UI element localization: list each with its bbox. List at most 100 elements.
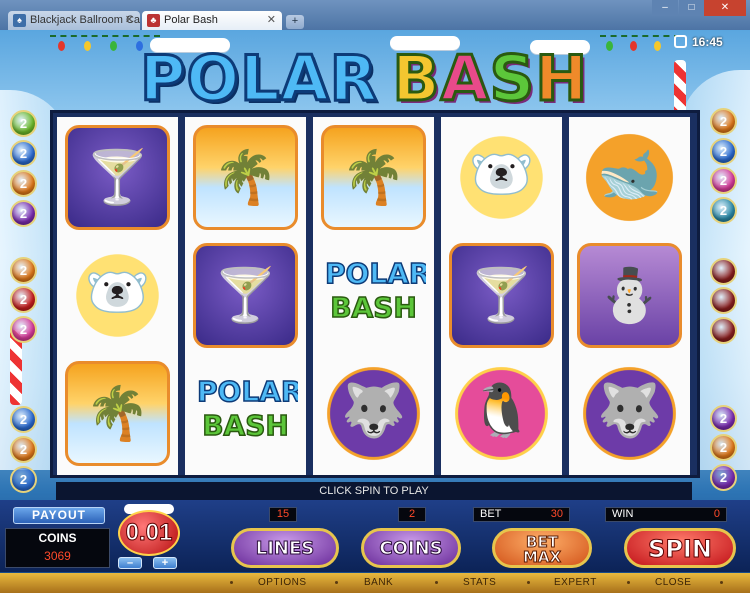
menu-expert[interactable]: EXPERT — [554, 577, 597, 588]
payline-marker-right-10[interactable]: 2 — [710, 464, 737, 491]
game-canvas: 16:45 POLAR BASH 2222222222 2222222 🍸 🐻‍❄️… — [0, 30, 750, 593]
polar-bear-icon: 🐻‍❄️ — [85, 264, 150, 322]
menu-bank[interactable]: BANK — [364, 577, 393, 588]
payline-marker-right-2[interactable]: 2 — [710, 138, 737, 165]
reel-5: 🐋 ⛄ 🐺 — [569, 117, 690, 475]
payout-button[interactable]: PAYOUT — [13, 507, 105, 524]
logo-word-polar: POLAR — [138, 41, 379, 117]
win-display: WIN 0 — [605, 507, 727, 522]
igloo-icon: 🌴 — [341, 149, 406, 207]
payline-marker-left-8[interactable]: 2 — [10, 406, 37, 433]
igloo-symbol: 🌴 — [193, 125, 298, 230]
maximize-button[interactable]: □ — [679, 0, 704, 16]
polar-bear-icon: 🐻‍❄️ — [469, 146, 534, 204]
husky-icon: 🐺 — [341, 382, 406, 440]
payline-marker-left-2[interactable]: 2 — [10, 140, 37, 167]
window-close-button[interactable]: ✕ — [704, 0, 746, 16]
tab-close-icon[interactable]: ✕ — [267, 11, 276, 30]
payline-marker-right-8[interactable]: 2 — [710, 405, 737, 432]
casino-favicon-icon: ♠ — [13, 14, 26, 27]
payline-marker-left-3[interactable]: 2 — [10, 170, 37, 197]
martini-icon: 🍸 — [213, 267, 278, 325]
status-message: CLICK SPIN TO PLAY — [56, 482, 692, 500]
menu-options[interactable]: OPTIONS — [258, 577, 307, 588]
coins-button[interactable]: COINS — [361, 528, 461, 568]
tab-label: Blackjack Ballroom Casino — [30, 14, 140, 26]
payline-marker-right-9[interactable]: 2 — [710, 434, 737, 461]
tab-polar-bash[interactable]: ♣ Polar Bash ✕ — [142, 11, 282, 30]
penguin-symbol: 🐧 — [449, 361, 554, 466]
payline-marker-left-9[interactable]: 2 — [10, 436, 37, 463]
martini-symbol: 🍸 — [65, 125, 170, 230]
logo-word-bash: BASH — [391, 41, 589, 117]
menu-close[interactable]: CLOSE — [655, 577, 691, 588]
bet-value: 30 — [550, 508, 563, 520]
payline-marker-left-1[interactable]: 2 — [10, 110, 37, 137]
bet-label: BET — [480, 508, 502, 520]
igloo-symbol: 🌴 — [65, 361, 170, 466]
payline-marker-right-3[interactable]: 2 — [710, 167, 737, 194]
reel-3: 🌴 POLAR BASH 🐺 — [313, 117, 434, 475]
payline-marker-left-6[interactable]: 2 — [10, 286, 37, 313]
reel-2: 🌴 🍸 POLAR BASH — [185, 117, 306, 475]
game-clock: 16:45 — [674, 35, 723, 49]
husky-symbol: 🐺 — [321, 361, 426, 466]
igloo-icon: 🌴 — [85, 385, 150, 443]
string-lights — [600, 35, 680, 51]
payline-marker-right-1[interactable]: 2 — [710, 108, 737, 135]
new-tab-button[interactable]: + — [286, 15, 304, 29]
polar-bash-logo-symbol: POLAR BASH — [321, 243, 426, 348]
menu-stats[interactable]: STATS — [463, 577, 496, 588]
clock-icon — [674, 35, 687, 48]
payline-marker-right-7[interactable] — [710, 317, 737, 344]
payline-marker-right-4[interactable]: 2 — [710, 197, 737, 224]
igloo-icon: 🌴 — [213, 149, 278, 207]
husky-symbol: 🐺 — [577, 361, 682, 466]
coins-balance: COINS 3069 — [5, 528, 110, 568]
spin-button[interactable]: SPIN — [624, 528, 736, 568]
denomination-increase-button[interactable]: + — [153, 557, 177, 569]
polar-bear-symbol: 🐻‍❄️ — [449, 125, 554, 230]
payline-marker-right-6[interactable] — [710, 287, 737, 314]
logo-symbol-text: POLAR BASH — [196, 374, 298, 443]
minimize-button[interactable]: – — [652, 0, 678, 16]
payline-marker-right-5[interactable] — [710, 258, 737, 285]
control-panel: PAYOUT COINS 3069 0.01 – + 15 2 BET 30 W… — [0, 500, 750, 572]
bet-max-line2: MAX — [522, 548, 562, 566]
bottom-menu: OPTIONS BANK STATS EXPERT CLOSE — [0, 573, 750, 593]
reel-4: 🐻‍❄️ 🍸 🐧 — [441, 117, 562, 475]
coin-denomination: 0.01 — [118, 510, 180, 556]
coins-balance-value: 3069 — [44, 549, 71, 563]
win-value: 0 — [713, 508, 720, 520]
martini-symbol: 🍸 — [193, 243, 298, 348]
orca-icon: 🐋 — [597, 146, 662, 204]
coins-balance-label: COINS — [38, 531, 77, 545]
win-label: WIN — [612, 508, 634, 520]
orca-symbol: 🐋 — [577, 125, 682, 230]
string-lights — [50, 35, 160, 51]
payline-marker-left-5[interactable]: 2 — [10, 257, 37, 284]
bet-max-button[interactable]: BET MAX — [492, 528, 592, 568]
bet-display: BET 30 — [473, 507, 570, 522]
tab-close-icon[interactable]: ✕ — [125, 11, 134, 30]
reel-frame: 🍸 🐻‍❄️ 🌴 🌴 🍸 POLAR BASH 🌴 POLAR BASH 🐺 🐻‍❄️ 🍸 🐧 🐋 ⛄ 🐺 — [50, 110, 700, 478]
polar-bear-symbol: 🐻‍❄️ — [65, 243, 170, 348]
payline-marker-left-7[interactable]: 2 — [10, 316, 37, 343]
husky-icon: 🐺 — [597, 382, 662, 440]
polar-bash-logo-symbol: POLAR BASH — [193, 361, 298, 466]
denomination-decrease-button[interactable]: – — [118, 557, 142, 569]
snowman-symbol: ⛄ — [577, 243, 682, 348]
snowman-icon: ⛄ — [597, 267, 662, 325]
coins-per-line-value: 2 — [398, 507, 426, 522]
browser-tab-bar: ♠ Blackjack Ballroom Casino ✕ ♣ Polar Ba… — [0, 0, 750, 30]
igloo-symbol: 🌴 — [321, 125, 426, 230]
tab-blackjack-ballroom[interactable]: ♠ Blackjack Ballroom Casino ✕ — [8, 11, 140, 30]
martini-symbol: 🍸 — [449, 243, 554, 348]
martini-icon: 🍸 — [85, 149, 150, 207]
payline-marker-left-10[interactable]: 2 — [10, 466, 37, 493]
logo-symbol-text: POLAR BASH — [324, 256, 426, 325]
payline-marker-left-4[interactable]: 2 — [10, 200, 37, 227]
lines-button[interactable]: LINES — [231, 528, 339, 568]
penguin-icon: 🐧 — [469, 382, 534, 440]
lines-value: 15 — [269, 507, 297, 522]
